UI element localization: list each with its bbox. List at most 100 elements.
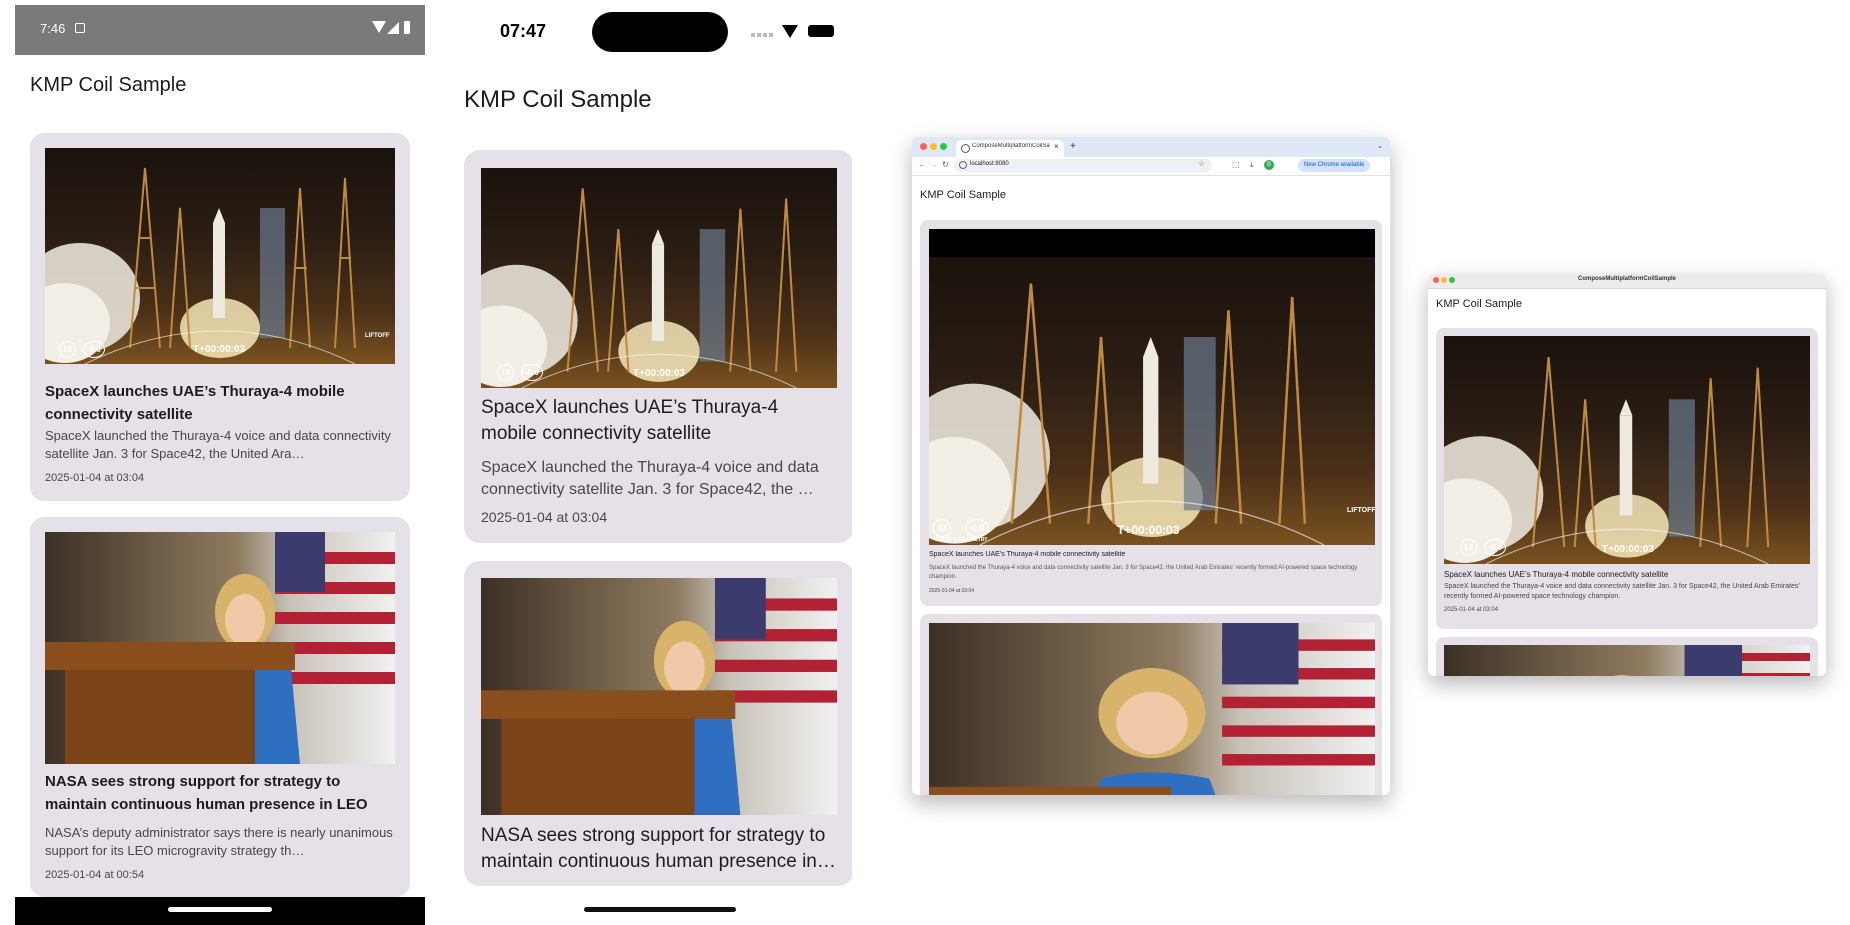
article-card[interactable]: NASA sees strong support for strategy to… — [464, 561, 852, 886]
android-status-bar: 7:46 — [15, 5, 425, 55]
ios-screen: 07:47 KMP Coil Sample T+00:00:03 12 -0.0… — [452, 0, 852, 925]
globe-icon — [961, 144, 970, 153]
speed-readout: 12 — [59, 341, 76, 358]
article-card[interactable] — [1436, 637, 1818, 676]
article-card[interactable]: T+00:00:03 12 -0.0 SpaceX launches UAE’s… — [1436, 328, 1818, 629]
ios-home-indicator[interactable] — [584, 907, 736, 912]
podium-graphic — [929, 623, 1375, 795]
article-card[interactable]: T+00:00:03 12 -0.0 SpaceX launches UAE’s… — [464, 150, 852, 543]
launch-tower-graphic — [929, 283, 1325, 545]
article-card[interactable]: T+00:00:03 12 -0.0 STAGE 1 TELEMETRY LIF… — [920, 220, 1382, 606]
site-info-icon[interactable] — [959, 161, 967, 169]
rocket-launch-image: T+00:00:03 12 -0.0 LIFTOFF — [45, 148, 395, 364]
rocket-scene: T+00:00:03 12 -0.0 LIFTOFF — [45, 148, 395, 364]
page-title: KMP Coil Sample — [1436, 298, 1522, 310]
article-title: SpaceX launches UAE’s Thuraya-4 mobile c… — [1444, 570, 1669, 579]
android-home-handle[interactable] — [168, 907, 272, 912]
article-card[interactable]: T+00:00:03 12 -0.0 LIFTOFF SpaceX launch… — [30, 133, 410, 501]
page-title: KMP Coil Sample — [464, 86, 652, 113]
rocket-launch-image: T+00:00:03 12 -0.0 STAGE 1 TELEMETRY LIF… — [929, 229, 1375, 545]
wifi-icon — [782, 25, 798, 38]
battery-icon — [808, 25, 834, 37]
signal-dots-icon — [751, 33, 773, 37]
altitude-readout: -0.0 — [521, 364, 543, 381]
new-tab-button[interactable]: + — [1070, 141, 1076, 152]
back-icon[interactable]: ← — [918, 160, 926, 169]
podium-graphic — [45, 532, 395, 764]
article-summary: NASA’s deputy administrator says there i… — [45, 825, 393, 858]
rocket-launch-image: T+00:00:03 12 -0.0 — [481, 168, 837, 388]
reload-icon[interactable]: ↻ — [942, 160, 949, 169]
dynamic-island — [592, 12, 728, 52]
podium-graphic — [1613, 645, 1810, 676]
article-date: 2025-01-04 at 03:04 — [1444, 607, 1499, 613]
rocket-scene: T+00:00:03 12 -0.0 STAGE 1 TELEMETRY LIF… — [929, 257, 1375, 545]
article-card[interactable] — [920, 614, 1382, 795]
launch-timer: T+00:00:03 — [633, 368, 685, 379]
article-title: NASA sees strong support for strategy to… — [481, 825, 836, 872]
extensions-icon[interactable]: ⬚ — [1232, 160, 1240, 169]
url-text: localhost:8080 — [970, 161, 1009, 167]
article-title: SpaceX launches UAE’s Thuraya-4 mobile c… — [45, 383, 345, 423]
launch-tower-graphic — [481, 188, 798, 388]
nasa-administrator-podium-image — [929, 623, 1375, 795]
altitude-readout: -0.0 — [83, 341, 105, 358]
close-tab-icon[interactable]: × — [1054, 142, 1059, 151]
article-date: 2025-01-04 at 03:04 — [929, 588, 975, 594]
chrome-toolbar: ← → ↻ localhost:8080 ☆ ⬚ ⤓ B New Chrome … — [912, 157, 1390, 176]
podium-scene — [481, 578, 837, 815]
window-title-bar: ComposeMultiplatformCoilSample — [1428, 274, 1826, 289]
nasa-administrator-podium-image — [481, 578, 837, 815]
article-date: 2025-01-04 at 00:54 — [45, 869, 145, 881]
article-date: 2025-01-04 at 03:04 — [481, 509, 608, 525]
altitude-readout: -0.0 — [1484, 539, 1506, 556]
stage-telemetry-label: STAGE 1 TELEMETRY — [935, 537, 988, 543]
article-summary: SpaceX launched the Thuraya-4 voice and … — [1444, 583, 1800, 600]
battery-icon — [404, 21, 410, 34]
podium-scene — [1444, 645, 1810, 676]
launch-timer: T+00:00:03 — [193, 344, 245, 355]
address-bar[interactable]: localhost:8080 ☆ — [954, 159, 1212, 172]
nasa-administrator-podium-image — [1444, 645, 1810, 676]
signal-icon — [387, 22, 399, 34]
podium-scene — [45, 532, 395, 764]
tab-search-icon[interactable]: ⌄ — [1377, 142, 1383, 150]
article-date: 2025-01-04 at 03:04 — [45, 472, 145, 484]
wifi-icon — [372, 21, 386, 33]
desktop-app-window: ComposeMultiplatformCoilSample KMP Coil … — [1428, 274, 1826, 676]
bookmark-star-icon[interactable]: ☆ — [1198, 159, 1205, 168]
liftoff-label: LIFTOFF — [1347, 507, 1375, 514]
nasa-administrator-podium-image — [45, 532, 395, 764]
browser-tab[interactable]: ComposeMultiplatformCoilSa × — [956, 140, 1064, 157]
podium-scene — [929, 623, 1375, 795]
maximize-window-button[interactable] — [940, 143, 947, 150]
tab-title: ComposeMultiplatformCoilSa — [972, 143, 1050, 149]
launch-timer: T+00:00:03 — [1117, 523, 1180, 537]
article-summary: SpaceX launched the Thuraya-4 voice and … — [929, 565, 1358, 580]
notification-icon — [75, 23, 85, 33]
speed-readout: 12 — [933, 519, 952, 537]
article-title: SpaceX launches UAE’s Thuraya-4 mobile c… — [481, 397, 779, 444]
altitude-readout: -0.0 — [965, 519, 989, 537]
page-title: KMP Coil Sample — [920, 189, 1006, 201]
update-chrome-badge[interactable]: New Chrome available — [1298, 159, 1371, 172]
launch-tower-graphic — [45, 167, 356, 364]
launch-tower-graphic — [1444, 357, 1770, 564]
article-title: SpaceX launches UAE’s Thuraya-4 mobile c… — [929, 551, 1126, 558]
android-screen: 7:46 KMP Coil Sample T+00:00:03 12 -0.0 … — [15, 0, 425, 925]
chrome-tab-bar: ComposeMultiplatformCoilSa × + ⌄ — [912, 137, 1390, 157]
forward-icon[interactable]: → — [930, 160, 938, 169]
launch-timer: T+00:00:03 — [1602, 544, 1654, 555]
rocket-launch-image: T+00:00:03 12 -0.0 — [1444, 336, 1810, 564]
rocket-scene: T+00:00:03 12 -0.0 — [481, 168, 837, 388]
android-time: 7:46 — [40, 21, 66, 36]
minimize-window-button[interactable] — [930, 143, 937, 150]
window-title: ComposeMultiplatformCoilSample — [1577, 276, 1676, 282]
ios-time: 07:47 — [500, 21, 547, 41]
profile-avatar[interactable]: B — [1264, 160, 1274, 170]
close-window-button[interactable] — [920, 143, 927, 150]
download-icon[interactable]: ⤓ — [1250, 160, 1254, 170]
article-summary: SpaceX launched the Thuraya-4 voice and … — [481, 459, 819, 498]
podium-graphic — [481, 578, 837, 815]
article-card[interactable]: NASA sees strong support for strategy to… — [30, 517, 410, 897]
